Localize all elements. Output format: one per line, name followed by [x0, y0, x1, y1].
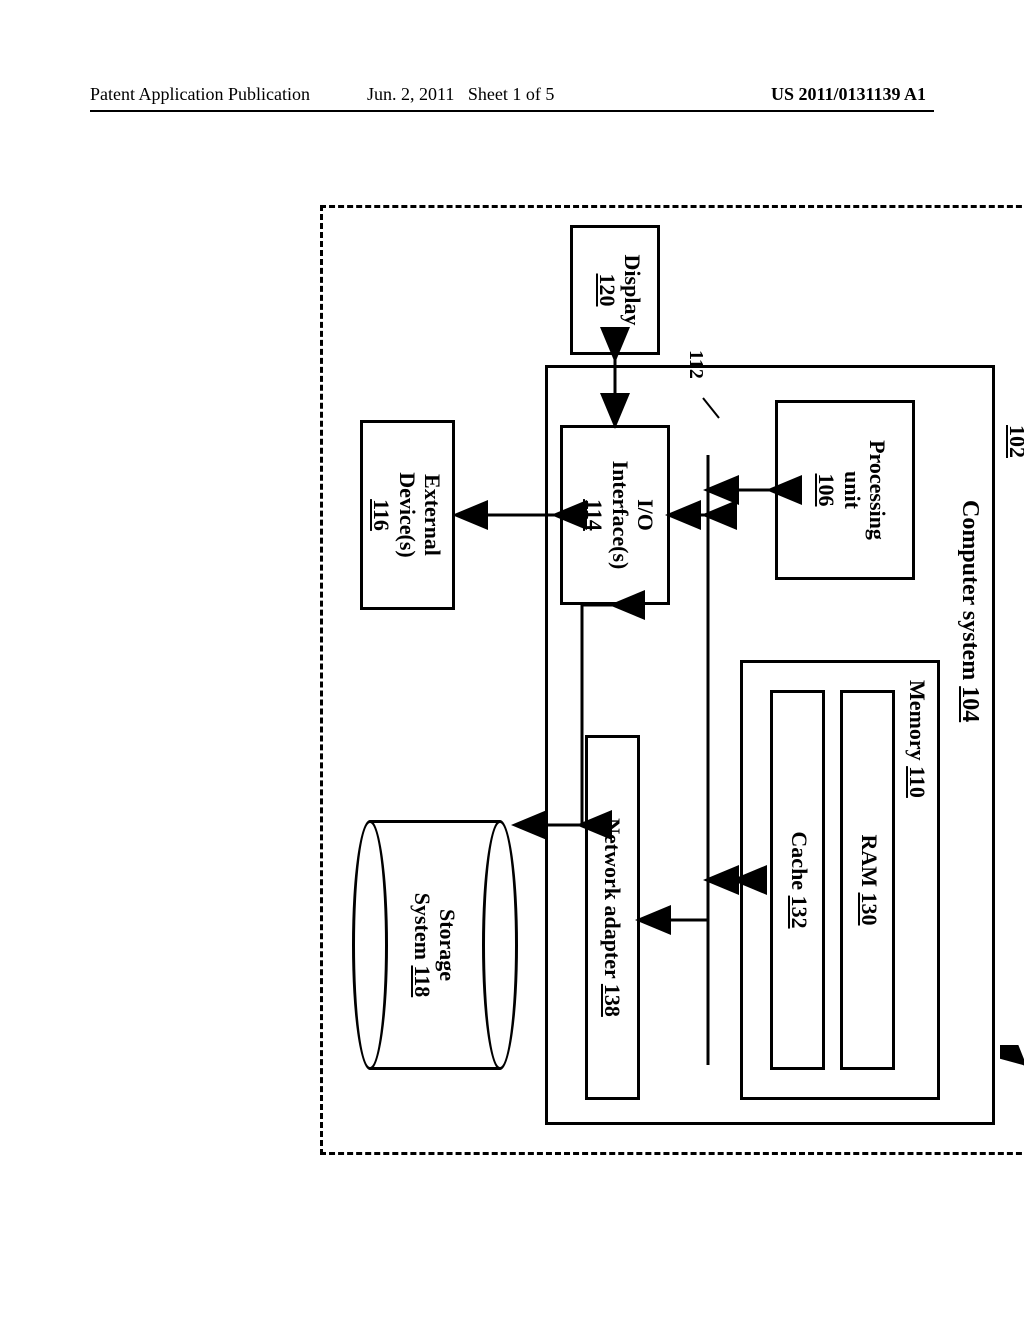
header-pub-number: US 2011/0131139 A1 [771, 84, 926, 105]
header-rule [90, 110, 934, 112]
header-left: Patent Application Publication [90, 84, 310, 105]
figure-container: Figure 1 102 100 Computer system 104 [10, 265, 1010, 1095]
outer-arrows [320, 205, 1024, 1155]
header-mid: Jun. 2, 2011 Sheet 1 of 5 [367, 84, 554, 105]
